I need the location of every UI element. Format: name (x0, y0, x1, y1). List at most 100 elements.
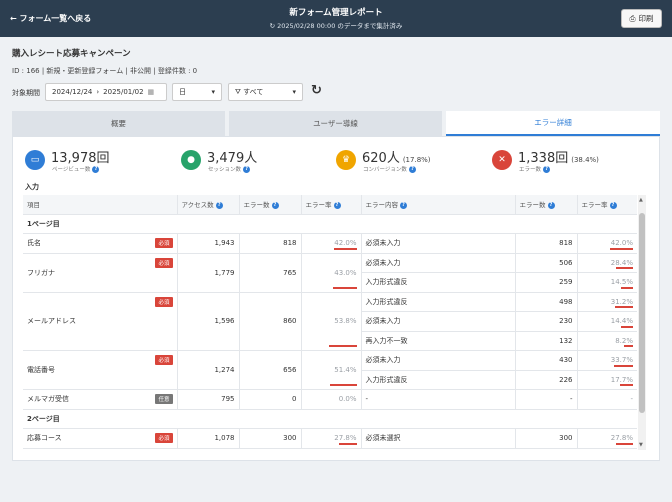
print-label: 印刷 (638, 14, 654, 23)
col-header-errors: エラー数? (238, 195, 301, 215)
refresh-icon[interactable]: ↻ (311, 84, 322, 98)
scroll-up-icon[interactable]: ▲ (639, 197, 643, 203)
device-filter-value: すべて (243, 88, 264, 96)
error-rate: 43.0% (300, 253, 361, 293)
detail-error-rate: 33.7% (576, 350, 637, 371)
error-content: 入力形式違反 (360, 370, 515, 390)
error-rate-bar (623, 345, 633, 347)
error-count: 860 (238, 292, 301, 351)
tab-overview[interactable]: 概要 (12, 111, 225, 136)
access-count: 1,274 (176, 350, 239, 390)
help-icon[interactable]: ? (543, 166, 551, 173)
detail-error-count-text: - (569, 395, 573, 404)
table-scrollbar[interactable]: ▲ ▼ (638, 195, 646, 450)
error-count-text: 818 (283, 239, 297, 248)
detail-error-count: 300 (514, 428, 577, 449)
detail-error-count-text: 226 (559, 375, 573, 384)
error-rate-bar (621, 325, 633, 328)
access-count: 1,779 (176, 253, 239, 293)
kpi-extra: (17.8%) (402, 156, 431, 164)
error-content-text: 必須未入力 (365, 356, 401, 365)
unit-select[interactable]: 日 ▾ (172, 83, 222, 101)
kpi-extra: (38.4%) (571, 156, 599, 164)
filter-icon: ⛛ (235, 88, 241, 96)
detail-error-count: - (514, 389, 577, 410)
help-icon[interactable]: ? (243, 166, 251, 173)
tab-user-flow[interactable]: ユーザー導線 (229, 111, 442, 136)
scroll-down-icon[interactable]: ▼ (639, 442, 643, 448)
scrollbar-thumb[interactable] (639, 213, 645, 413)
date-separator: › (96, 88, 100, 96)
aggregation-status: ↻ 2025/02/28 00:00 のデータまで集計済み (0, 20, 672, 30)
field-name: メルマガ受信 任意 (23, 389, 177, 410)
help-icon[interactable]: ? (547, 201, 555, 209)
required-badge: 必須 (155, 238, 173, 248)
detail-error-count-text: 498 (559, 297, 573, 306)
detail-error-rate-text: 17.7% (610, 375, 633, 384)
required-badge: 必須 (155, 296, 173, 307)
unit-value: 日 (179, 88, 186, 96)
help-icon[interactable]: ? (609, 201, 617, 209)
error-content-text: 必須未入力 (365, 258, 401, 267)
error-content: 入力形式違反 (360, 272, 515, 293)
error-table: 項目 アクセス数? エラー数? エラー率? エラー内容? エラー数? エラー率?… (23, 195, 637, 449)
chevron-down-icon: ▾ (292, 88, 296, 96)
access-count-text: 1,274 (214, 366, 235, 374)
table-row: 電話番号 必須 1,274 656 51.4% 必須未入力 430 33.7% (23, 350, 637, 390)
error-count: 0 (238, 389, 301, 410)
kpi-value: 3,479人 (207, 151, 258, 166)
error-count: 765 (238, 253, 301, 293)
print-button[interactable]: ⎙ 印刷 (621, 9, 662, 28)
detail-error-rate: 14.4% (576, 311, 637, 332)
period-label: 対象期間 (12, 89, 40, 97)
page-group-label: 1ページ目 (23, 214, 637, 234)
detail-error-rate: 8.2% (576, 331, 637, 351)
detail-error-count: 506 (514, 253, 577, 273)
error-count: 300 (238, 428, 301, 449)
detail-error-rate: 17.7% (576, 370, 637, 390)
detail-error-rate: 31.2% (576, 292, 637, 312)
error-count-text: 0 (292, 395, 297, 404)
help-icon[interactable]: ? (92, 166, 100, 173)
error-rate: 42.0% (300, 233, 361, 254)
help-icon[interactable]: ? (333, 201, 341, 209)
error-content: 必須未選択 (360, 428, 515, 449)
page-group-row: 2ページ目 (23, 409, 637, 429)
access-count-text: 795 (221, 395, 235, 404)
help-icon[interactable]: ? (408, 166, 416, 173)
detail-error-count: 498 (514, 292, 577, 312)
user-icon: ● (181, 150, 201, 170)
col-header-rate: エラー率? (300, 195, 361, 215)
required-badge: 必須 (155, 257, 173, 268)
error-rate-bar (614, 306, 633, 308)
table-row: 応募コース 必須 1,078 300 27.8% 必須未選択 300 27.8% (23, 428, 637, 449)
access-count: 1,596 (176, 292, 239, 351)
error-content-text: 入力形式違反 (365, 297, 408, 306)
error-count-text: 300 (283, 434, 297, 443)
error-rate: 53.8% (300, 292, 361, 351)
help-icon[interactable]: ? (215, 201, 223, 209)
kpi-value: 1,338回 (518, 151, 569, 166)
kpi-label: セッション数 (208, 167, 242, 173)
detail-error-rate-text: 42.0% (610, 239, 633, 248)
crown-icon: ♛ (336, 150, 356, 170)
error-content-text: 必須未選択 (365, 434, 401, 443)
device-filter-select[interactable]: ⛛ すべて ▾ (228, 83, 303, 101)
access-count-text: 1,943 (214, 239, 235, 248)
table-row: メルマガ受信 任意 795 0 0.0% - - - (23, 389, 637, 410)
error-rate: 0.0% (300, 389, 361, 410)
page-group-label: 2ページ目 (23, 409, 637, 429)
kpi-value: 13,978回 (51, 151, 110, 166)
error-rate-bar (333, 247, 357, 250)
error-content-text: 必須未入力 (365, 239, 401, 248)
date-range-picker[interactable]: 2024/12/24 › 2025/01/02 ▦ (45, 83, 167, 101)
error-content-text: 必須未入力 (365, 317, 401, 326)
error-rate-text: 43.0% (334, 268, 357, 277)
tab-error-detail[interactable]: エラー詳細 (446, 111, 660, 136)
field-name-text: メールアドレス (27, 317, 76, 326)
error-content: 入力形式違反 (360, 292, 515, 312)
help-icon[interactable]: ? (400, 201, 407, 209)
help-icon[interactable]: ? (271, 201, 279, 209)
error-content-text: 再入力不一致 (365, 336, 408, 345)
error-rate-bar (328, 345, 357, 347)
